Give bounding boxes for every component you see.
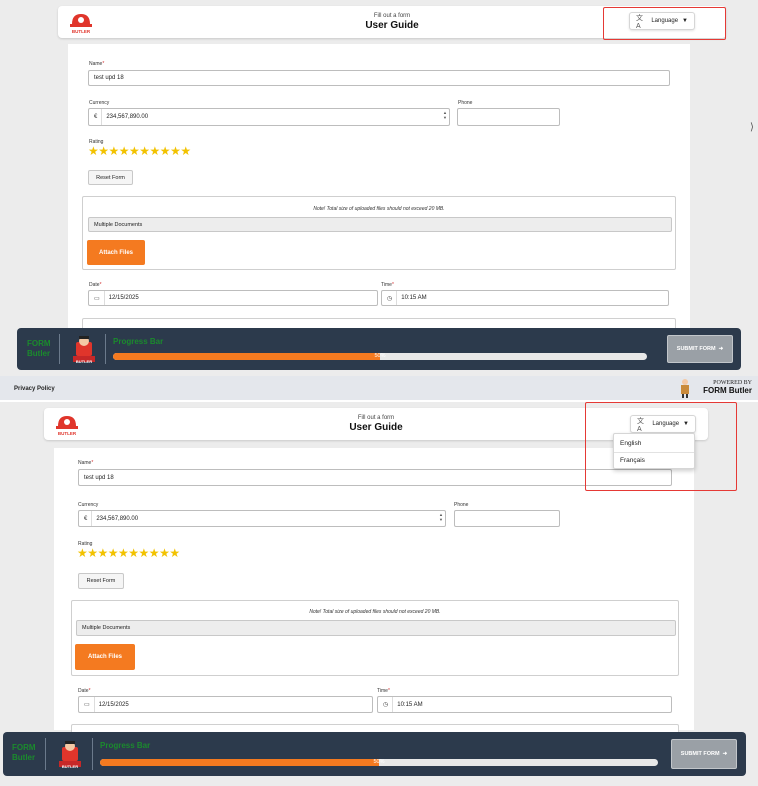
time-input[interactable]: ◷ 10:15 AM: [381, 290, 669, 306]
phone-label: Phone: [454, 502, 469, 508]
calendar-icon: ▭: [84, 697, 95, 712]
butler-mascot-icon: BUTLER: [73, 336, 95, 364]
currency-input[interactable]: € 234,567,890.00 ▲ ▼: [88, 108, 450, 126]
progress-bar-label: Progress Bar: [100, 741, 151, 750]
upload-section: Note! Total size of uploaded files shoul…: [82, 196, 676, 270]
footer-divider: [105, 334, 106, 364]
progress-percent: 50%: [373, 759, 385, 765]
date-input[interactable]: ▭ 12/15/2025: [78, 696, 373, 713]
submit-form-button[interactable]: SUBMIT FORM ➜: [671, 739, 737, 769]
phone-input[interactable]: [457, 108, 560, 126]
stepper-icon[interactable]: ▲ ▼: [439, 512, 443, 522]
attach-files-button[interactable]: Attach Files: [87, 240, 145, 265]
date-label: Date*: [78, 688, 91, 694]
euro-icon: €: [84, 511, 93, 526]
screenshot-language-closed: BUTLER Fill out a form User Guide 文A Lan…: [0, 0, 758, 400]
phone-input[interactable]: [454, 510, 560, 527]
form-card: Name* test upd 18 Currency € 234,567,890…: [68, 44, 690, 338]
name-input[interactable]: test upd 18: [78, 469, 672, 486]
attach-files-button[interactable]: Attach Files: [75, 644, 135, 670]
footer-divider: [92, 738, 93, 770]
reset-form-button[interactable]: Reset Form: [78, 573, 124, 589]
butler-small-icon: [681, 379, 689, 398]
multiple-documents-field: Multiple Documents: [76, 620, 676, 636]
name-input[interactable]: test upd 18: [88, 70, 670, 86]
svg-text:BUTLER: BUTLER: [62, 764, 78, 769]
rating-stars[interactable]: ★★★★★★★★★★: [88, 145, 191, 157]
submit-form-button[interactable]: SUBMIT FORM ➜: [667, 335, 733, 363]
highlight-box-language: [603, 7, 726, 40]
upload-size-note: Note! Total size of uploaded files shoul…: [313, 206, 445, 212]
butler-mascot-icon: BUTLER: [59, 741, 81, 769]
brand-name: FORM Butler: [12, 743, 36, 762]
footer-divider: [59, 334, 60, 364]
form-footer-bar: FORM Butler BUTLER Progress Bar 50% SUBMI…: [3, 732, 746, 776]
upload-section: Note! Total size of uploaded files shoul…: [71, 600, 679, 676]
screenshot-language-open: BUTLER Fill out a form User Guide 文A Lan…: [0, 402, 758, 786]
stepper-icon[interactable]: ▲ ▼: [443, 110, 447, 120]
highlight-box-language-menu: [585, 402, 737, 491]
date-input[interactable]: ▭ 12/15/2025: [88, 290, 378, 306]
progress-bar: 50%: [100, 759, 658, 766]
arrow-right-icon: ➜: [718, 346, 724, 352]
date-label: Date*: [89, 282, 102, 288]
progress-bar: 50%: [113, 353, 647, 360]
privacy-policy-link[interactable]: Privacy Policy: [14, 386, 55, 392]
clock-icon: ◷: [387, 291, 398, 305]
page-footer: Privacy Policy POWERED BY FORM Butler: [0, 376, 758, 400]
powered-by: POWERED BY FORM Butler: [703, 380, 752, 395]
phone-label: Phone: [458, 100, 473, 106]
clock-icon: ◷: [383, 697, 394, 712]
currency-label: Currency: [78, 502, 99, 508]
reset-form-button[interactable]: Reset Form: [88, 170, 133, 185]
time-input[interactable]: ◷ 10:15 AM: [377, 696, 672, 713]
upload-size-note: Note! Total size of uploaded files shoul…: [309, 609, 441, 615]
progress-bar-label: Progress Bar: [113, 337, 164, 346]
currency-label: Currency: [89, 100, 110, 106]
form-footer-bar: FORM Butler BUTLER Progress Bar 50% SUBMI…: [17, 328, 741, 370]
scroll-edge-icon: ⟩: [750, 122, 754, 133]
currency-input[interactable]: € 234,567,890.00 ▲ ▼: [78, 510, 446, 527]
rating-stars[interactable]: ★★★★★★★★★★: [77, 547, 180, 559]
euro-icon: €: [94, 109, 103, 125]
brand-name: FORM Butler: [27, 339, 51, 358]
name-label: Name*: [78, 460, 94, 466]
multiple-documents-field: Multiple Documents: [88, 217, 672, 232]
time-label: Time*: [381, 282, 394, 288]
time-label: Time*: [377, 688, 390, 694]
progress-percent: 50%: [374, 353, 386, 359]
calendar-icon: ▭: [94, 291, 105, 305]
arrow-right-icon: ➜: [722, 751, 728, 757]
name-label: Name*: [89, 61, 105, 67]
svg-text:BUTLER: BUTLER: [76, 359, 92, 364]
footer-divider: [45, 738, 46, 770]
